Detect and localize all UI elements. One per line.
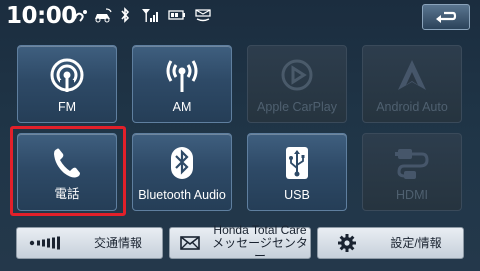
source-tile-am[interactable]: AM	[132, 45, 232, 123]
settings-info-label: 設定/情報	[390, 235, 442, 250]
status-bar: 10:00	[0, 0, 480, 33]
selection-highlight	[10, 126, 126, 216]
traffic-info-button[interactable]: 交通情報	[16, 227, 163, 259]
source-tile-label: Bluetooth Audio	[138, 188, 226, 202]
traffic-info-icon	[29, 236, 60, 250]
gear-icon	[338, 234, 356, 252]
battery-icon	[168, 10, 185, 20]
carplay-icon	[281, 59, 313, 91]
car-connect-icon	[95, 8, 112, 23]
usb-icon	[286, 147, 308, 179]
source-tile-apple-carplay[interactable]: Apple CarPlay	[247, 45, 347, 123]
honda-total-care-label: Honda Total Care メッセージセンター	[208, 223, 312, 262]
source-tile-android-auto[interactable]: Android Auto	[362, 45, 462, 123]
source-tile-usb[interactable]: USB	[247, 133, 347, 211]
honda-total-care-button[interactable]: Honda Total Care メッセージセンター	[169, 223, 312, 262]
hdmi-icon	[395, 149, 429, 179]
return-arrow-icon	[436, 11, 457, 23]
source-tile-hdmi[interactable]: HDMI	[362, 133, 462, 211]
source-tile-label: FM	[57, 100, 77, 114]
back-button[interactable]	[422, 4, 470, 30]
bluetooth-icon	[121, 7, 130, 23]
signal-strength-icon	[142, 9, 158, 22]
message-icon	[195, 9, 211, 22]
clock: 10:00	[6, 3, 77, 29]
source-tile-fm[interactable]: FM	[17, 45, 117, 123]
voice-recognition-icon	[71, 10, 87, 22]
source-tile-label: AM	[172, 100, 192, 114]
source-tile-label: Apple CarPlay	[257, 100, 337, 114]
android-auto-icon	[398, 60, 426, 90]
source-tile-label: Android Auto	[376, 100, 448, 114]
honda-total-care-line1: Honda Total Care	[213, 222, 307, 237]
radio-broadcast-icon	[50, 58, 84, 92]
honda-total-care-line2: メッセージセンター	[212, 235, 308, 263]
settings-info-button[interactable]: 設定/情報	[317, 227, 464, 259]
source-tile-label: HDMI	[396, 188, 428, 202]
source-tile-label: USB	[284, 188, 310, 202]
traffic-info-label: 交通情報	[93, 235, 142, 250]
radio-waves-icon	[166, 60, 198, 92]
envelope-icon	[180, 236, 200, 250]
source-tile-bluetooth-audio[interactable]: Bluetooth Audio	[132, 133, 232, 211]
bluetooth-icon	[171, 147, 193, 179]
